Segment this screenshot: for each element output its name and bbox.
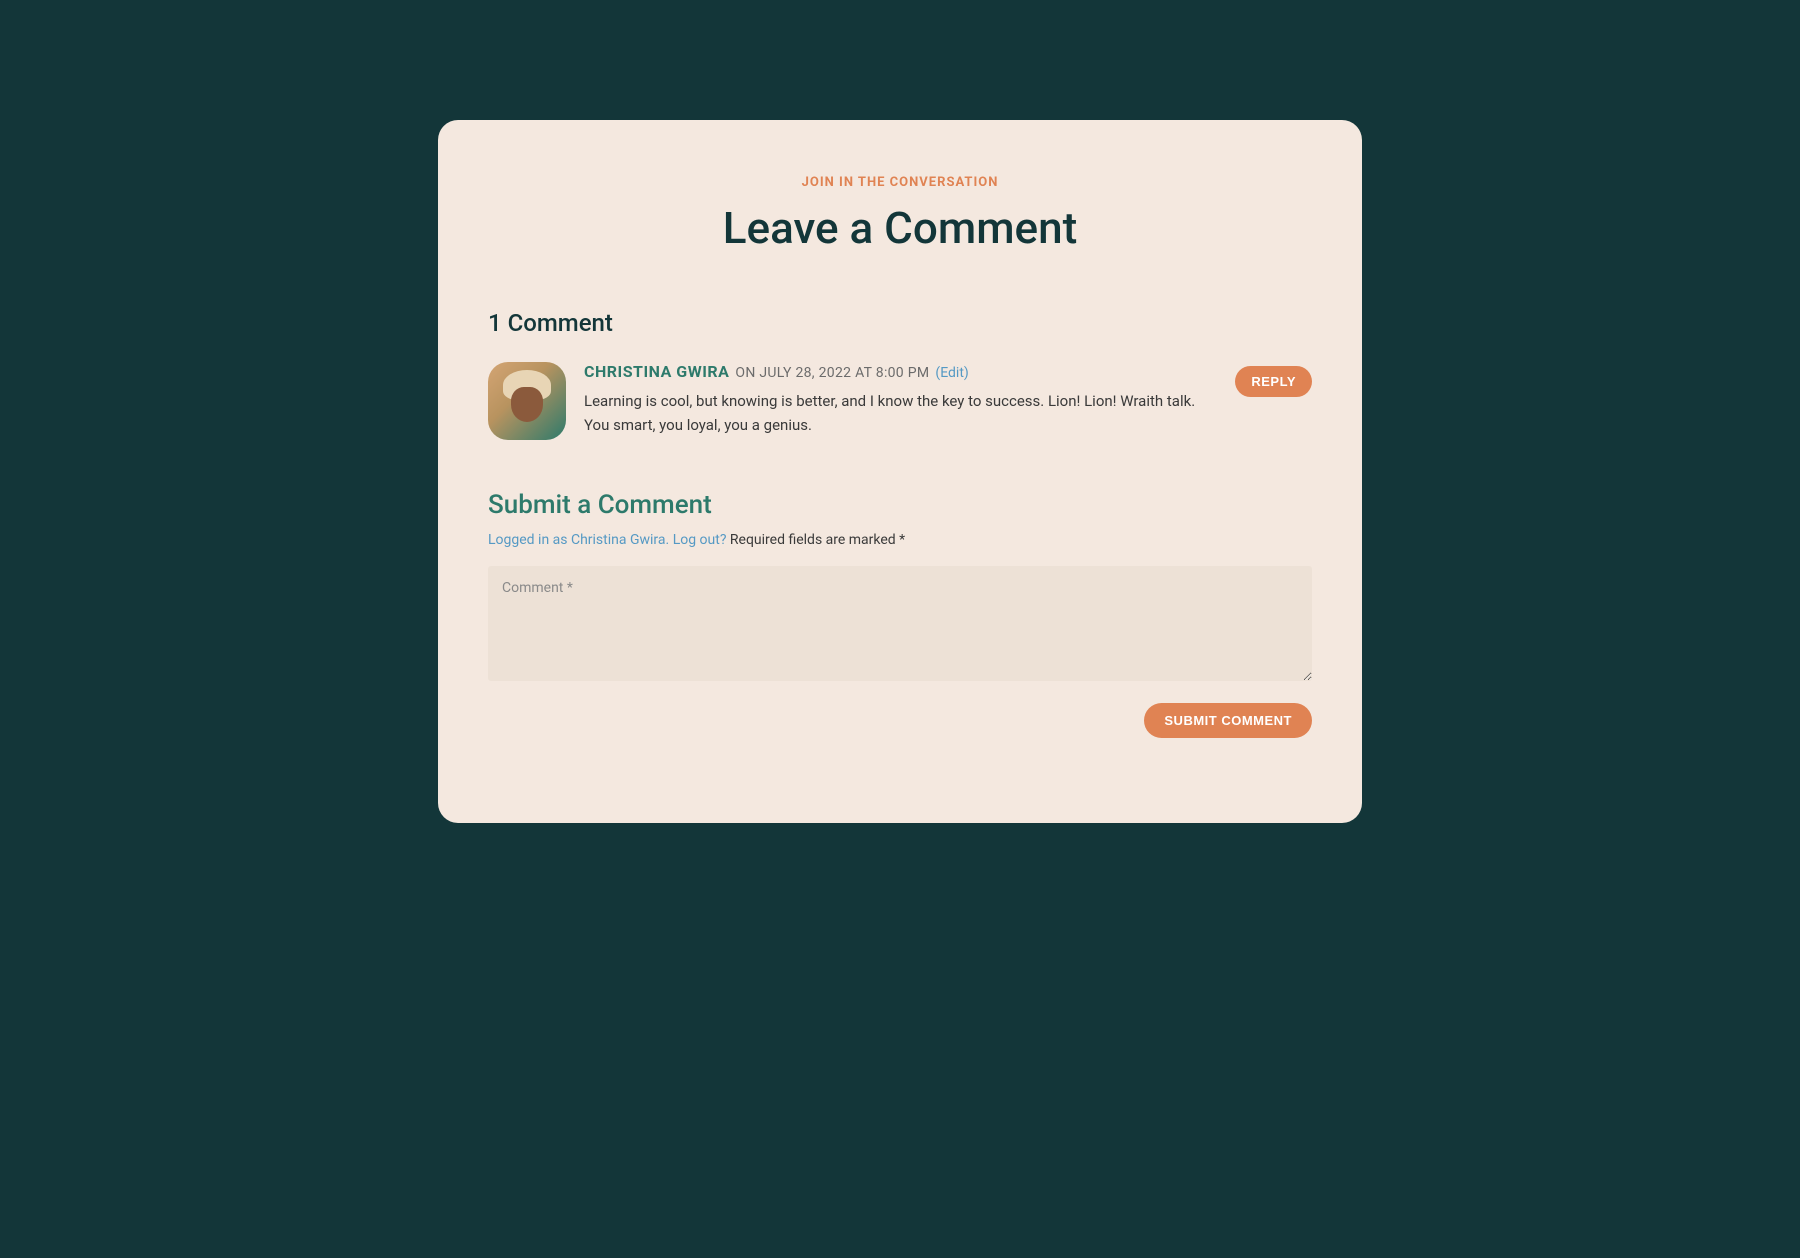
logout-link[interactable]: Log out? <box>673 532 727 548</box>
eyebrow-label: JOIN IN THE CONVERSATION <box>488 175 1312 190</box>
comment-item: CHRISTINA GWIRA ON JULY 28, 2022 AT 8:00… <box>488 362 1312 440</box>
reply-button[interactable]: REPLY <box>1235 366 1312 397</box>
comment-meta: ON JULY 28, 2022 AT 8:00 PM <box>735 365 929 381</box>
avatar <box>488 362 566 440</box>
required-fields-text: Required fields are marked * <box>726 532 905 548</box>
logged-in-link[interactable]: Logged in as Christina Gwira. <box>488 532 673 548</box>
comment-header: CHRISTINA GWIRA ON JULY 28, 2022 AT 8:00… <box>584 362 1217 381</box>
comment-section-card: JOIN IN THE CONVERSATION Leave a Comment… <box>438 120 1362 823</box>
submit-comment-title: Submit a Comment <box>488 490 1312 520</box>
comment-author: CHRISTINA GWIRA <box>584 362 729 381</box>
submit-row: SUBMIT COMMENT <box>488 703 1312 738</box>
comment-textarea[interactable] <box>488 566 1312 681</box>
page-title: Leave a Comment <box>488 202 1312 254</box>
comment-body: CHRISTINA GWIRA ON JULY 28, 2022 AT 8:00… <box>584 362 1217 437</box>
login-status: Logged in as Christina Gwira. Log out? R… <box>488 532 1312 548</box>
comment-text: Learning is cool, but knowing is better,… <box>584 389 1204 437</box>
comment-count: 1 Comment <box>488 309 1312 337</box>
edit-link[interactable]: (Edit) <box>935 365 968 381</box>
submit-comment-button[interactable]: SUBMIT COMMENT <box>1144 703 1312 738</box>
